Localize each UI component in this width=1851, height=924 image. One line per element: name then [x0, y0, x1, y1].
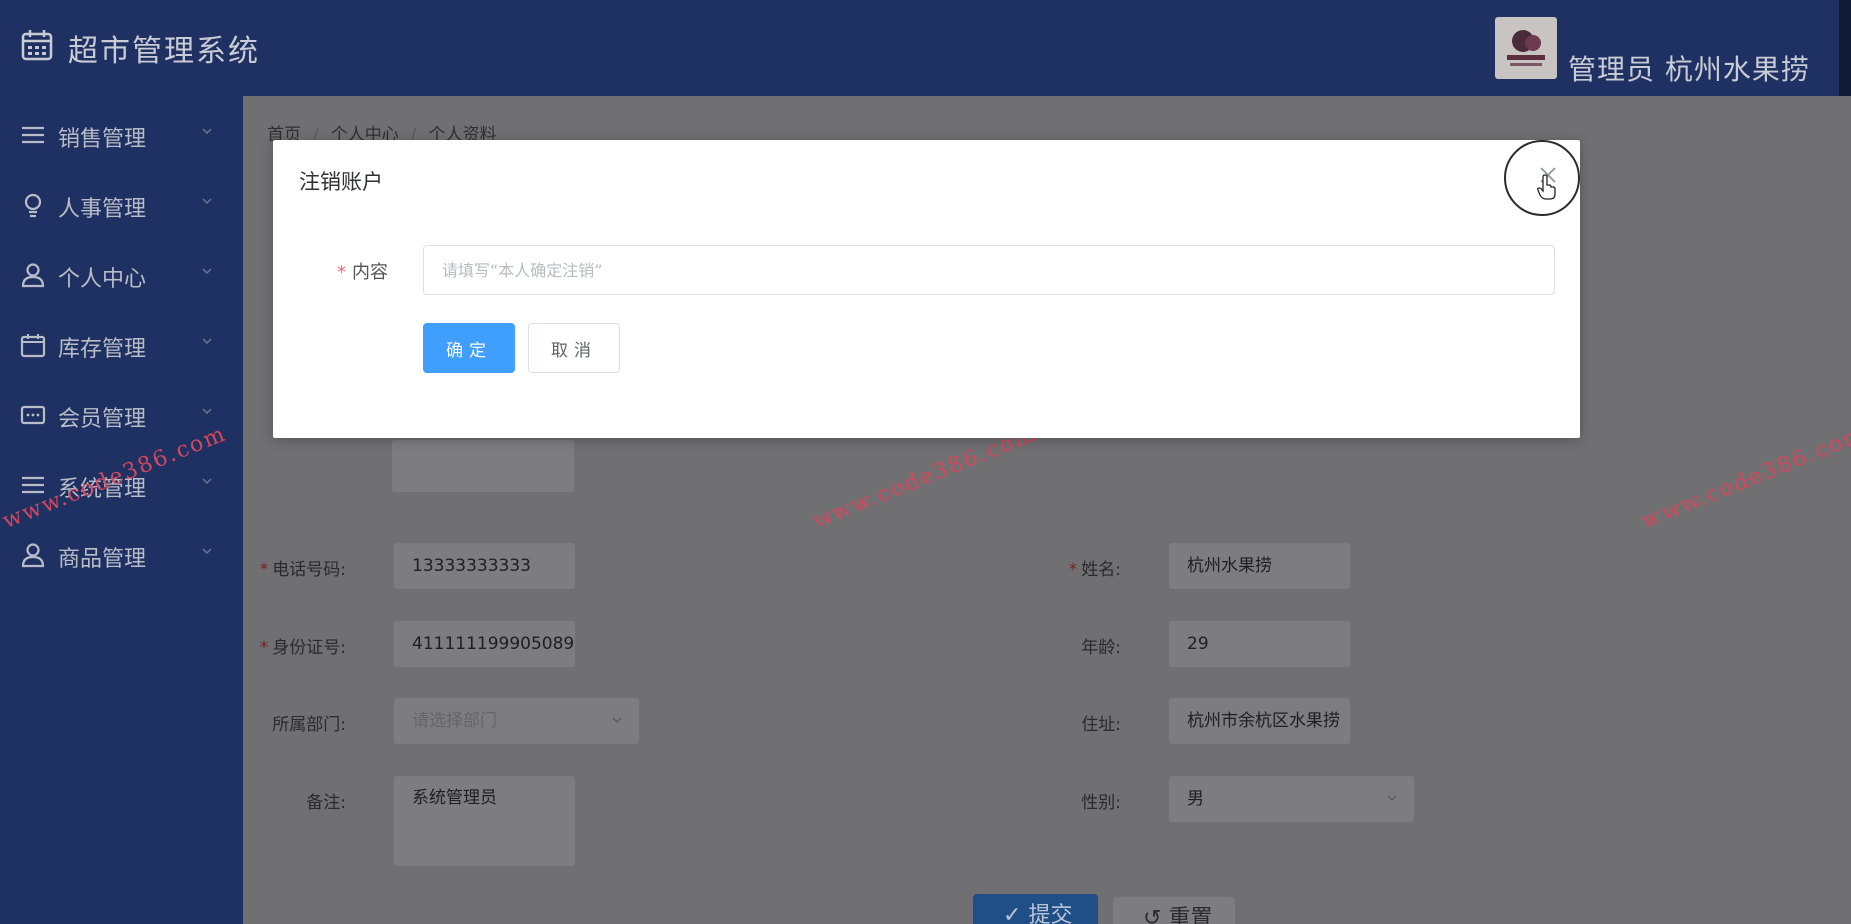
top-header: 超市管理系统 管理员 杭州水果捞 — [0, 0, 1851, 96]
sidebar-item-personal-center[interactable]: 个人中心 — [0, 250, 243, 300]
lightbulb-icon — [24, 193, 42, 218]
address-label: 住址: — [1081, 715, 1121, 735]
note-label: 备注: — [306, 793, 346, 813]
sidebar-item-products[interactable]: 商品管理 — [0, 530, 243, 580]
calendar-icon — [20, 334, 46, 358]
card-icon — [20, 405, 46, 425]
chevron-down-icon — [202, 198, 212, 205]
sidebar-item-label: 会员管理 — [58, 407, 147, 432]
submit-label: 提交 — [1028, 903, 1073, 924]
gender-label: 性别: — [1081, 793, 1121, 813]
chevron-down-icon — [1387, 795, 1397, 801]
sidebar-item-hr[interactable]: 人事管理 — [0, 180, 243, 230]
department-select[interactable]: 请选择部门 — [394, 698, 639, 744]
sidebar-item-inventory[interactable]: 库存管理 — [0, 320, 243, 370]
chevron-down-icon — [202, 338, 212, 345]
dialog-title: 注销账户 — [299, 170, 383, 194]
department-label: 所属部门: — [272, 715, 346, 735]
calendar-icon — [21, 30, 53, 61]
sidebar-item-sales[interactable]: 销售管理 — [0, 110, 243, 160]
content-label: * 内容 — [337, 262, 388, 283]
user-icon — [21, 543, 45, 568]
chevron-down-icon — [202, 408, 212, 415]
hand-cursor-icon — [1537, 174, 1556, 200]
window-edge — [1839, 0, 1851, 96]
submit-button[interactable]: ✓ 提交 — [973, 894, 1098, 924]
app-title: 超市管理系统 — [68, 34, 260, 69]
name-label: * 姓名: — [1068, 560, 1121, 580]
reset-button[interactable]: ↺ 重置 — [1113, 897, 1235, 924]
cancel-button[interactable]: 取消 — [528, 323, 620, 373]
age-field[interactable]: 29 — [1169, 621, 1350, 667]
reset-label: 重置 — [1168, 906, 1213, 924]
age-label: 年龄: — [1081, 638, 1121, 658]
gender-value: 男 — [1187, 789, 1204, 809]
deactivate-account-dialog: 注销账户 *内容 确定 取消 — [273, 140, 1580, 438]
sidebar-item-label: 库存管理 — [58, 337, 147, 362]
confirm-text-input[interactable] — [423, 245, 1555, 295]
gender-select[interactable]: 男 — [1169, 776, 1414, 822]
sidebar-item-label: 人事管理 — [58, 197, 147, 222]
sidebar-item-label: 个人中心 — [58, 267, 147, 292]
id-number-field[interactable]: 41111119990508​99 — [394, 621, 575, 667]
address-field[interactable]: 杭州市余杭区水果捞 — [1169, 698, 1350, 744]
chevron-down-icon — [202, 548, 212, 555]
note-textarea[interactable]: 系统管理员 — [394, 776, 575, 866]
id-number-label: * 身份证号: — [259, 638, 346, 658]
name-field[interactable]: 杭州水果捞 — [1169, 543, 1350, 589]
chevron-down-icon — [612, 717, 622, 723]
phone-field[interactable]: 13333333333 — [394, 543, 575, 589]
user-icon — [21, 263, 45, 288]
sidebar-item-label: 商品管理 — [58, 547, 147, 572]
chevron-down-icon — [202, 268, 212, 275]
department-placeholder: 请选择部门 — [412, 711, 497, 731]
avatar[interactable] — [1495, 17, 1557, 79]
avatar-upload-box[interactable] — [392, 440, 574, 492]
sidebar-item-label: 销售管理 — [58, 127, 147, 152]
list-icon — [22, 126, 44, 144]
fruit-logo-icon — [1507, 30, 1545, 66]
phone-label: * 电话号码: — [259, 560, 346, 580]
user-info[interactable]: 管理员 杭州水果捞 — [1568, 48, 1810, 88]
confirm-button[interactable]: 确定 — [423, 323, 515, 373]
chevron-down-icon — [202, 128, 212, 135]
chevron-down-icon — [202, 478, 212, 485]
